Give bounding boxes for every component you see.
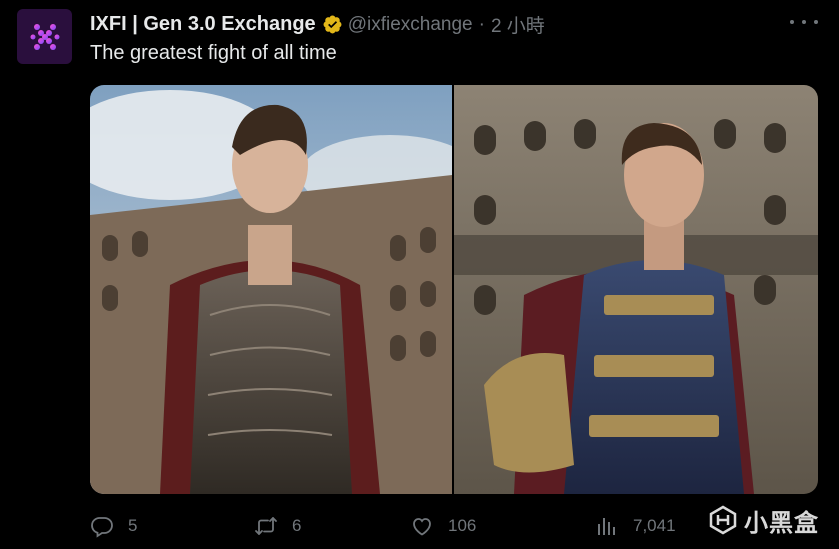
user-handle[interactable]: @ixfiexchange (348, 14, 473, 36)
xiaoheihe-logo-icon (709, 505, 737, 535)
more-dot-icon (814, 20, 818, 24)
separator-dot: · (478, 13, 485, 35)
more-dot-icon (790, 20, 794, 24)
verified-badge-icon[interactable] (322, 14, 343, 35)
tweet-media[interactable] (90, 85, 818, 494)
more-options-button[interactable] (790, 12, 818, 32)
media-image-right[interactable] (454, 85, 818, 494)
repost-icon (255, 517, 277, 535)
media-image-left[interactable] (90, 85, 452, 494)
watermark-text: 小黑盒 (744, 509, 819, 537)
gladiator-image-right (454, 85, 818, 494)
tweet-header: IXFI | Gen 3.0 Exchange @ixfiexchange · … (90, 11, 545, 38)
repost-button[interactable]: 6 (254, 506, 301, 546)
views-chart-icon (598, 518, 615, 535)
reply-button[interactable]: 5 (90, 506, 137, 546)
like-count: 106 (448, 516, 477, 535)
heart-icon (413, 518, 431, 536)
views-button[interactable]: 7,041 (595, 506, 676, 546)
view-count: 7,041 (633, 516, 676, 535)
more-dot-icon (802, 20, 806, 24)
reply-count: 5 (128, 516, 138, 535)
ixfi-logo-icon (30, 23, 59, 50)
watermark: 小黑盒 (708, 500, 819, 540)
timestamp[interactable]: 2 小時 (491, 11, 545, 38)
avatar[interactable] (17, 9, 72, 64)
tweet-text: The greatest fight of all time (90, 42, 337, 64)
reply-icon (91, 517, 113, 538)
repost-count: 6 (292, 516, 302, 535)
display-name[interactable]: IXFI | Gen 3.0 Exchange (90, 13, 316, 36)
gladiator-image-left (90, 85, 452, 494)
like-button[interactable]: 106 (410, 506, 476, 546)
